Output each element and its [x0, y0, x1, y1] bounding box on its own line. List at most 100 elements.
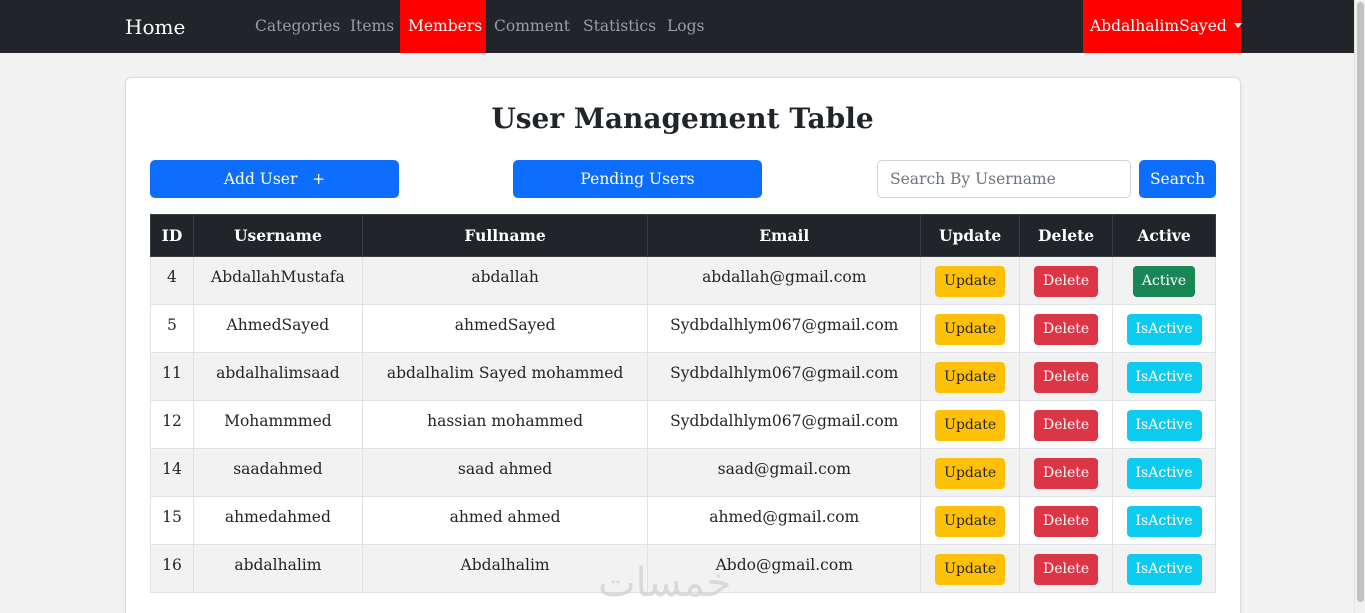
search-input[interactable] [877, 160, 1131, 198]
delete-button[interactable]: Delete [1033, 458, 1099, 489]
cell-id: 16 [150, 544, 194, 593]
delete-button[interactable]: Delete [1033, 266, 1099, 297]
header-username: Username [192, 214, 363, 257]
cell-fullname: hassian mohammed [361, 400, 649, 449]
nav-item-members[interactable]: Members [400, 0, 486, 53]
active-button[interactable]: Active [1132, 266, 1196, 297]
cell-delete: Delete [1019, 496, 1114, 545]
page-scrollbar[interactable] [1354, 0, 1365, 613]
cell-update: Update [920, 304, 1021, 353]
user-name: AbdalhalimSayed [1090, 17, 1227, 35]
update-button[interactable]: Update [935, 266, 1006, 297]
cell-username: AbdallahMustafa [192, 256, 363, 305]
cell-username: AhmedSayed [192, 304, 363, 353]
cell-update: Update [920, 400, 1021, 449]
cell-username: abdalhalimsaad [192, 352, 363, 401]
cell-update: Update [920, 256, 1021, 305]
cell-fullname: saad ahmed [361, 448, 649, 497]
cell-delete: Delete [1019, 304, 1114, 353]
header-fullname: Fullname [361, 214, 649, 257]
cell-active: IsActive [1112, 400, 1216, 449]
cell-id: 12 [150, 400, 194, 449]
cell-active: IsActive [1112, 544, 1216, 593]
update-button[interactable]: Update [935, 410, 1006, 441]
cell-update: Update [920, 352, 1021, 401]
cell-fullname: Abdalhalim [361, 544, 649, 593]
delete-button[interactable]: Delete [1033, 506, 1099, 537]
nav-item-categories[interactable]: Categories [247, 0, 348, 53]
cell-update: Update [920, 448, 1021, 497]
cell-delete: Delete [1019, 544, 1114, 593]
update-button[interactable]: Update [935, 554, 1006, 585]
nav-item-comment[interactable]: Comment [486, 0, 578, 53]
users-table: ID Username Fullname Email Update Delete… [150, 214, 1216, 593]
cell-update: Update [920, 544, 1021, 593]
update-button[interactable]: Update [935, 314, 1006, 345]
table-row: 4 AbdallahMustafa abdallah abdallah@gmai… [150, 256, 1216, 305]
delete-button[interactable]: Delete [1033, 410, 1099, 441]
table-row: 16 abdalhalim Abdalhalim Abdo@gmail.com … [150, 544, 1216, 593]
cell-fullname: abdallah [361, 256, 649, 305]
scrollbar-thumb[interactable] [1357, 2, 1364, 602]
cell-active: IsActive [1112, 304, 1216, 353]
add-user-button[interactable]: Add User + [150, 160, 399, 198]
cell-username: saadahmed [192, 448, 363, 497]
cell-update: Update [920, 496, 1021, 545]
isactive-button[interactable]: IsActive [1126, 554, 1202, 585]
isactive-button[interactable]: IsActive [1126, 314, 1202, 345]
table-row: 14 saadahmed saad ahmed saad@gmail.com U… [150, 448, 1216, 497]
isactive-button[interactable]: IsActive [1126, 458, 1202, 489]
cell-delete: Delete [1019, 400, 1114, 449]
header-update: Update [920, 214, 1021, 257]
search-button[interactable]: Search [1139, 160, 1216, 198]
header-active: Active [1112, 214, 1216, 257]
cell-id: 5 [150, 304, 194, 353]
update-button[interactable]: Update [935, 506, 1006, 537]
delete-button[interactable]: Delete [1033, 314, 1099, 345]
page-title: User Management Table [491, 102, 874, 135]
cell-email: abdallah@gmail.com [647, 256, 922, 305]
cell-id: 14 [150, 448, 194, 497]
cell-username: Mohammmed [192, 400, 363, 449]
isactive-button[interactable]: IsActive [1126, 362, 1202, 393]
nav-item-items[interactable]: Items [342, 0, 402, 53]
caret-down-icon [1233, 22, 1242, 28]
update-button[interactable]: Update [935, 458, 1006, 489]
cell-email: Sydbdalhlym067@gmail.com [647, 304, 922, 353]
cell-email: Sydbdalhlym067@gmail.com [647, 352, 922, 401]
nav-brand-home[interactable]: Home [125, 14, 185, 40]
delete-button[interactable]: Delete [1033, 554, 1099, 585]
update-button[interactable]: Update [935, 362, 1006, 393]
table-header-row: ID Username Fullname Email Update Delete… [150, 214, 1216, 257]
cell-delete: Delete [1019, 352, 1114, 401]
cell-email: ahmed@gmail.com [647, 496, 922, 545]
pending-users-button[interactable]: Pending Users [513, 160, 762, 198]
cell-active: Active [1112, 256, 1216, 305]
header-email: Email [647, 214, 922, 257]
cell-id: 15 [150, 496, 194, 545]
header-id: ID [150, 214, 194, 257]
user-dropdown[interactable]: AbdalhalimSayed [1083, 0, 1242, 53]
cell-active: IsActive [1112, 448, 1216, 497]
cell-delete: Delete [1019, 448, 1114, 497]
cell-fullname: ahmedSayed [361, 304, 649, 353]
cell-email: Sydbdalhlym067@gmail.com [647, 400, 922, 449]
cell-email: saad@gmail.com [647, 448, 922, 497]
nav-item-statistics[interactable]: Statistics [575, 0, 664, 53]
nav-item-logs[interactable]: Logs [659, 0, 713, 53]
cell-username: abdalhalim [192, 544, 363, 593]
cell-active: IsActive [1112, 496, 1216, 545]
isactive-button[interactable]: IsActive [1126, 410, 1202, 441]
cell-fullname: ahmed ahmed [361, 496, 649, 545]
cell-id: 4 [150, 256, 194, 305]
header-delete: Delete [1019, 214, 1114, 257]
delete-button[interactable]: Delete [1033, 362, 1099, 393]
table-row: 11 abdalhalimsaad abdalhalim Sayed moham… [150, 352, 1216, 401]
cell-id: 11 [150, 352, 194, 401]
table-row: 15 ahmedahmed ahmed ahmed ahmed@gmail.co… [150, 496, 1216, 545]
isactive-button[interactable]: IsActive [1126, 506, 1202, 537]
cell-active: IsActive [1112, 352, 1216, 401]
table-row: 5 AhmedSayed ahmedSayed Sydbdalhlym067@g… [150, 304, 1216, 353]
cell-username: ahmedahmed [192, 496, 363, 545]
top-navbar: Home Categories Items Members Comment St… [0, 0, 1354, 53]
